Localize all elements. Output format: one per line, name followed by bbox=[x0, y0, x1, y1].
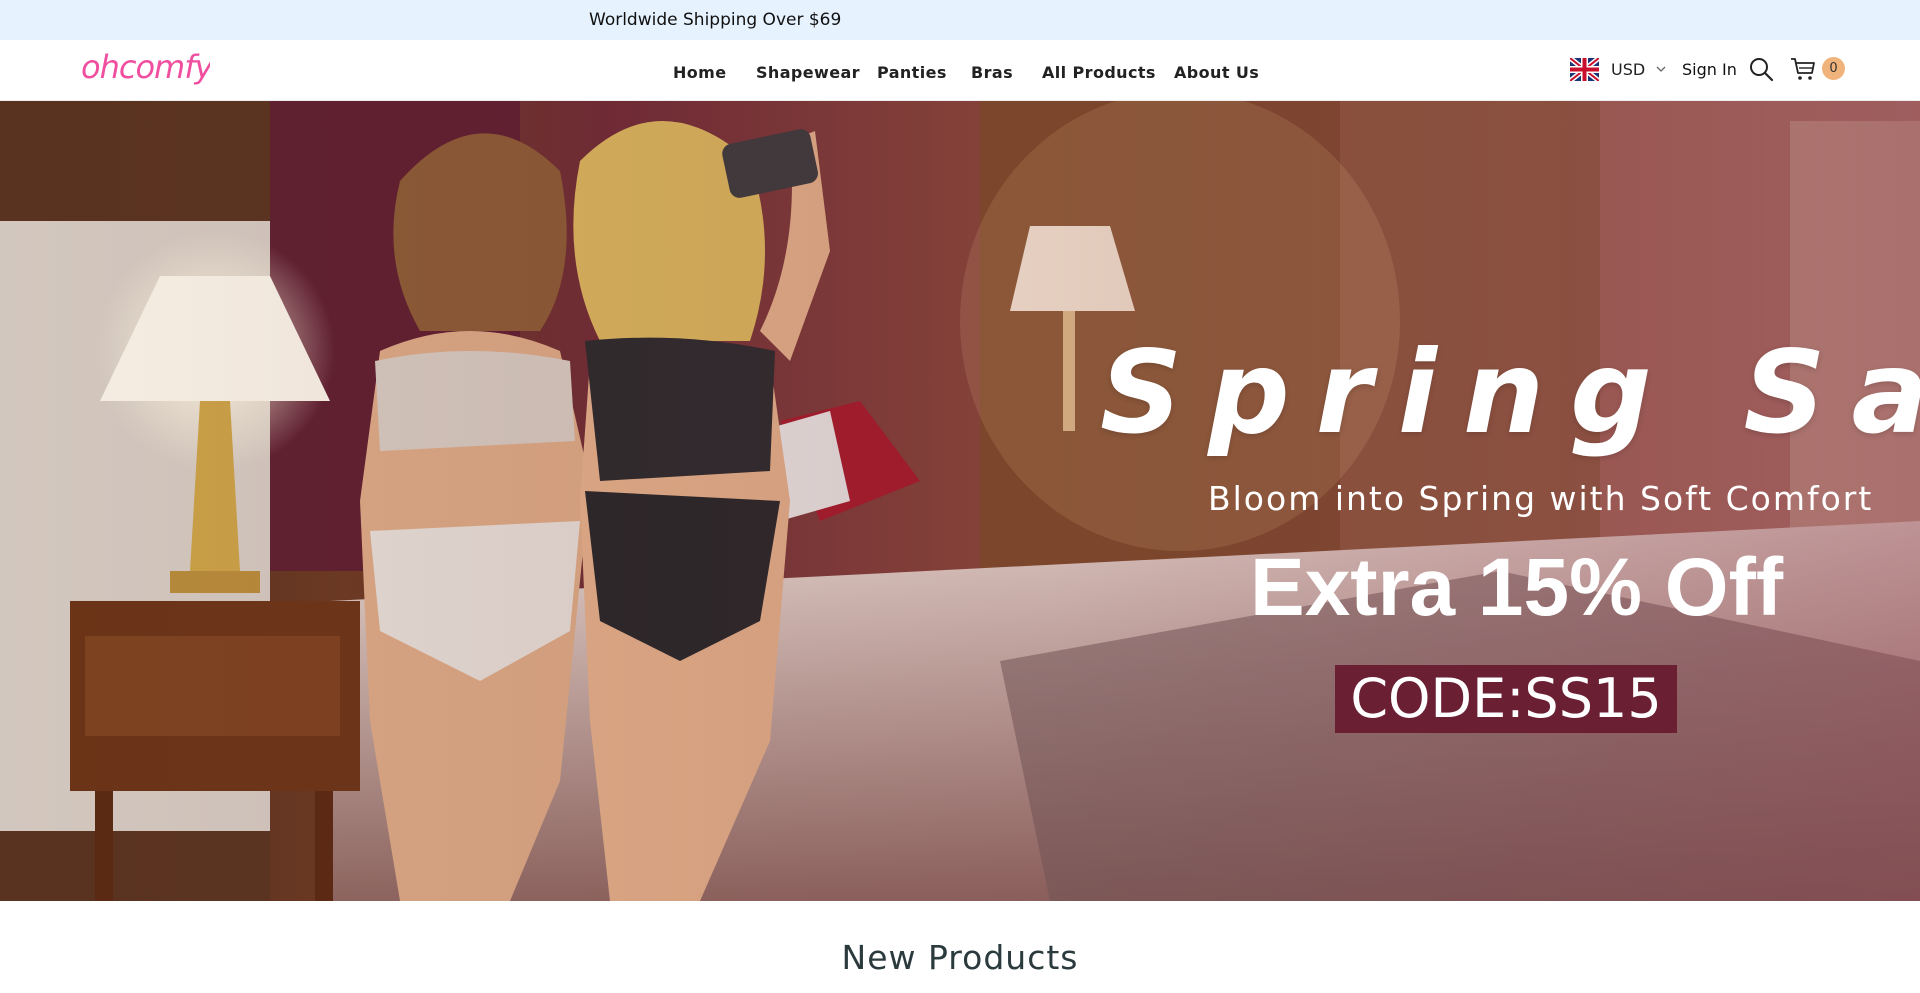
chevron-down-icon bbox=[1656, 66, 1666, 72]
sign-in-link[interactable]: Sign In bbox=[1682, 60, 1737, 79]
hero-title: Spring Sale bbox=[1100, 326, 1920, 459]
cart-icon[interactable] bbox=[1790, 56, 1816, 82]
nav-panties[interactable]: Panties bbox=[877, 63, 947, 82]
currency-code: USD bbox=[1611, 60, 1646, 79]
uk-flag-icon bbox=[1570, 58, 1599, 81]
announcement-bar: Worldwide Shipping Over $69 bbox=[0, 0, 1920, 40]
cart-count-badge[interactable]: 0 bbox=[1822, 57, 1845, 80]
promo-code: CODE:SS15 bbox=[1350, 667, 1662, 730]
section-title-new-products: New Products bbox=[841, 938, 1079, 977]
hero-offer: Extra 15% Off bbox=[1250, 542, 1784, 633]
announcement-text: Worldwide Shipping Over $69 bbox=[589, 10, 842, 30]
nav-all-products[interactable]: All Products bbox=[1042, 63, 1156, 82]
search-icon[interactable] bbox=[1748, 56, 1774, 82]
site-header: ohcomfy Home Shapewear Panties Bras All … bbox=[0, 40, 1920, 101]
nav-shapewear[interactable]: Shapewear bbox=[756, 63, 860, 82]
hero-banner[interactable]: Spring Sale Bloom into Spring with Soft … bbox=[0, 101, 1920, 901]
hero-subtitle: Bloom into Spring with Soft Comfort bbox=[1208, 479, 1874, 518]
promo-code-badge: CODE:SS15 bbox=[1335, 665, 1677, 733]
nav-about-us[interactable]: About Us bbox=[1174, 63, 1259, 82]
currency-selector[interactable]: USD bbox=[1570, 57, 1670, 83]
nav-home[interactable]: Home bbox=[673, 63, 727, 82]
nav-bras[interactable]: Bras bbox=[971, 63, 1013, 82]
